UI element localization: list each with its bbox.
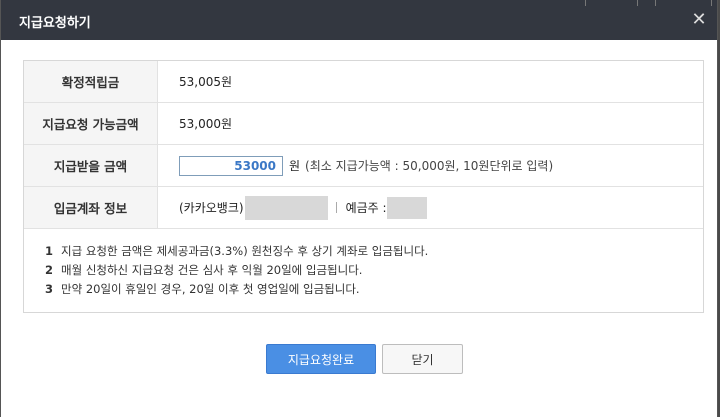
bank-name: (카카오뱅크) <box>179 201 244 215</box>
confirmed-amount-value: 53,005원 <box>179 75 233 89</box>
dialog-titlebar: 지급요청하기 ✕ <box>1 0 717 40</box>
amount-hint: (최소 지급가능액 : 50,000원, 10원단위로 입력) <box>305 159 554 173</box>
available-amount-row: 지급요청 가능금액 53,000원 <box>24 103 703 145</box>
amount-unit: 원 <box>289 159 301 173</box>
masked-account-holder <box>386 196 427 219</box>
notice-item: 3 만약 20일이 휴일인 경우, 20일 이후 첫 영업일에 입금됩니다. <box>45 282 360 296</box>
payout-request-dialog: 지급요청하기 ✕ 확정적립금 53,005원 지급요청 가능금액 53,000원… <box>0 0 718 417</box>
available-amount-value: 53,000원 <box>179 117 233 131</box>
confirmed-amount-row: 확정적립금 53,005원 <box>24 61 703 103</box>
dialog-title: 지급요청하기 <box>19 16 91 31</box>
notice-item: 2 매월 신청하신 지급요청 건은 심사 후 익월 20일에 입금됩니다. <box>45 263 363 277</box>
notice-list: 1 지급 요청한 금액은 제세공과금(3.3%) 원천징수 후 상기 계좌로 입금… <box>45 242 428 299</box>
info-panel: 확정적립금 53,005원 지급요청 가능금액 53,000원 지급받을 금액 … <box>23 60 704 313</box>
close-icon[interactable]: ✕ <box>689 10 709 30</box>
divider <box>335 202 337 213</box>
notice-item: 1 지급 요청한 금액은 제세공과금(3.3%) 원천징수 후 상기 계좌로 입금… <box>45 244 429 258</box>
request-amount-input[interactable] <box>179 155 283 176</box>
confirmed-amount-label: 확정적립금 <box>24 61 158 102</box>
account-info-row: 입금계좌 정보 (카카오뱅크) 예금주 : <box>24 187 703 229</box>
masked-account-number <box>244 195 328 220</box>
request-amount-label: 지급받을 금액 <box>24 145 158 186</box>
account-holder-label: 예금주 : <box>345 201 387 215</box>
titlebar-decoration <box>577 0 717 6</box>
close-button[interactable]: 닫기 <box>382 344 463 374</box>
submit-request-button[interactable]: 지급요청완료 <box>266 344 376 374</box>
request-amount-row: 지급받을 금액 원 (최소 지급가능액 : 50,000원, 10원단위로 입력… <box>24 145 703 187</box>
available-amount-label: 지급요청 가능금액 <box>24 103 158 144</box>
account-info-label: 입금계좌 정보 <box>24 187 158 228</box>
